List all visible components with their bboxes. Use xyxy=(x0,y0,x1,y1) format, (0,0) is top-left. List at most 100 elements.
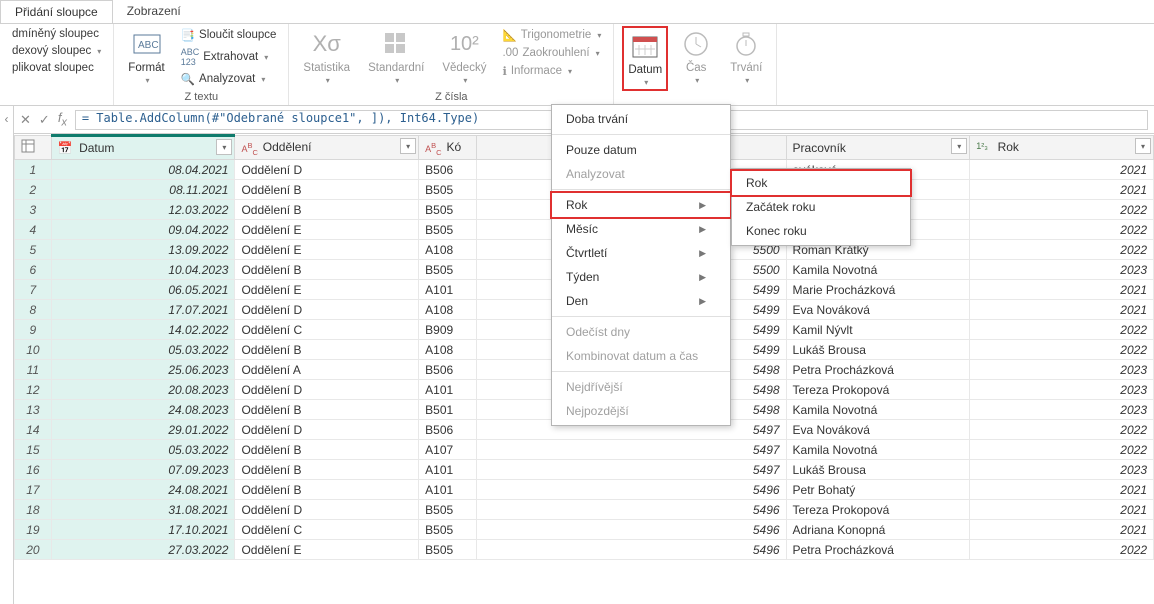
row-number[interactable]: 6 xyxy=(15,260,52,280)
cell-datum[interactable]: 24.08.2023 xyxy=(51,400,235,420)
cell-rok[interactable]: 2021 xyxy=(970,180,1154,200)
row-number[interactable]: 16 xyxy=(15,460,52,480)
rounding-button[interactable]: .00 Zaokrouhlení▾ xyxy=(498,45,605,61)
row-number[interactable]: 12 xyxy=(15,380,52,400)
cell-value[interactable]: 5496 xyxy=(476,500,786,520)
cell-datum[interactable]: 27.03.2022 xyxy=(51,540,235,560)
menu-item-day[interactable]: Den▶ xyxy=(552,289,730,313)
column-header-datum[interactable]: 📅 Datum ▾ xyxy=(51,136,235,160)
row-number[interactable]: 11 xyxy=(15,360,52,380)
row-number[interactable]: 19 xyxy=(15,520,52,540)
cell-oddeleni[interactable]: Oddělení B xyxy=(235,480,419,500)
table-row[interactable]: 1607.09.2023Oddělení BA1015497Lukáš Brou… xyxy=(15,460,1154,480)
menu-item-date-only[interactable]: Pouze datum xyxy=(552,138,730,162)
submenu-item-year-end[interactable]: Konec roku xyxy=(732,219,910,243)
cell-rok[interactable]: 2023 xyxy=(970,260,1154,280)
cell-kod[interactable]: B506 xyxy=(419,160,476,180)
cell-datum[interactable]: 29.01.2022 xyxy=(51,420,235,440)
row-number[interactable]: 13 xyxy=(15,400,52,420)
column-header-kod[interactable]: ABC Kó xyxy=(419,136,476,160)
conditional-column-button[interactable]: dmíněný sloupec xyxy=(8,26,105,42)
row-number[interactable]: 15 xyxy=(15,440,52,460)
filter-button[interactable]: ▾ xyxy=(400,138,416,154)
cell-kod[interactable]: B505 xyxy=(419,180,476,200)
collapse-sidebar-toggle[interactable]: ‹ xyxy=(0,106,14,604)
column-header-pracovnik[interactable]: Pracovník ▾ xyxy=(786,136,970,160)
cell-value[interactable]: 5496 xyxy=(476,540,786,560)
cell-rok[interactable]: 2023 xyxy=(970,400,1154,420)
cell-datum[interactable]: 14.02.2022 xyxy=(51,320,235,340)
cell-datum[interactable]: 24.08.2021 xyxy=(51,480,235,500)
table-row[interactable]: 1724.08.2021Oddělení BA1015496Petr Bohat… xyxy=(15,480,1154,500)
cell-datum[interactable]: 31.08.2021 xyxy=(51,500,235,520)
cell-pracovnik[interactable]: Kamil Nývlt xyxy=(786,320,970,340)
cell-pracovnik[interactable]: Petra Procházková xyxy=(786,360,970,380)
cell-kod[interactable]: A107 xyxy=(419,440,476,460)
cell-oddeleni[interactable]: Oddělení B xyxy=(235,200,419,220)
row-number[interactable]: 1 xyxy=(15,160,52,180)
cell-oddeleni[interactable]: Oddělení D xyxy=(235,160,419,180)
table-row[interactable]: 1917.10.2021Oddělení CB5055496Adriana Ko… xyxy=(15,520,1154,540)
row-number[interactable]: 20 xyxy=(15,540,52,560)
cell-rok[interactable]: 2021 xyxy=(970,280,1154,300)
cell-kod[interactable]: A101 xyxy=(419,460,476,480)
cell-kod[interactable]: A108 xyxy=(419,340,476,360)
cell-datum[interactable]: 10.04.2023 xyxy=(51,260,235,280)
cell-rok[interactable]: 2022 xyxy=(970,200,1154,220)
cell-oddeleni[interactable]: Oddělení A xyxy=(235,360,419,380)
cell-rok[interactable]: 2022 xyxy=(970,340,1154,360)
cell-oddeleni[interactable]: Oddělení B xyxy=(235,460,419,480)
time-button[interactable]: Čas▾ xyxy=(674,26,718,87)
info-button[interactable]: ℹ Informace▾ xyxy=(498,62,605,80)
cell-kod[interactable]: B505 xyxy=(419,220,476,240)
menu-item-quarter[interactable]: Čtvrtletí▶ xyxy=(552,241,730,265)
row-number[interactable]: 10 xyxy=(15,340,52,360)
cell-oddeleni[interactable]: Oddělení E xyxy=(235,240,419,260)
filter-button[interactable]: ▾ xyxy=(216,139,232,155)
cell-datum[interactable]: 08.04.2021 xyxy=(51,160,235,180)
cell-rok[interactable]: 2021 xyxy=(970,300,1154,320)
cell-oddeleni[interactable]: Oddělení B xyxy=(235,440,419,460)
cell-value[interactable]: 5497 xyxy=(476,460,786,480)
cell-kod[interactable]: A108 xyxy=(419,240,476,260)
row-number[interactable]: 18 xyxy=(15,500,52,520)
cell-datum[interactable]: 08.11.2021 xyxy=(51,180,235,200)
cell-oddeleni[interactable]: Oddělení E xyxy=(235,540,419,560)
menu-item-month[interactable]: Měsíc▶ xyxy=(552,217,730,241)
cell-pracovnik[interactable]: Marie Procházková xyxy=(786,280,970,300)
scientific-button[interactable]: 10² Vědecký▾ xyxy=(436,26,492,87)
cell-oddeleni[interactable]: Oddělení B xyxy=(235,180,419,200)
filter-button[interactable]: ▾ xyxy=(1135,138,1151,154)
cell-pracovnik[interactable]: Kamila Novotná xyxy=(786,260,970,280)
cell-pracovnik[interactable]: Kamila Novotná xyxy=(786,440,970,460)
cell-datum[interactable]: 12.03.2022 xyxy=(51,200,235,220)
cell-rok[interactable]: 2022 xyxy=(970,320,1154,340)
merge-columns-button[interactable]: 📑 Sloučit sloupce xyxy=(177,26,281,44)
cell-datum[interactable]: 17.07.2021 xyxy=(51,300,235,320)
row-number[interactable]: 8 xyxy=(15,300,52,320)
cell-rok[interactable]: 2021 xyxy=(970,500,1154,520)
format-button[interactable]: ABC Formát▾ xyxy=(122,26,170,87)
menu-item-week[interactable]: Týden▶ xyxy=(552,265,730,289)
menu-item-duration[interactable]: Doba trvání xyxy=(552,107,730,131)
cell-oddeleni[interactable]: Oddělení C xyxy=(235,520,419,540)
cell-kod[interactable]: B505 xyxy=(419,540,476,560)
row-number[interactable]: 2 xyxy=(15,180,52,200)
cell-value[interactable]: 5497 xyxy=(476,440,786,460)
index-column-button[interactable]: dexový sloupec▾ xyxy=(8,43,105,59)
table-row[interactable]: 2027.03.2022Oddělení EB5055496Petra Proc… xyxy=(15,540,1154,560)
cell-kod[interactable]: A101 xyxy=(419,280,476,300)
cell-rok[interactable]: 2021 xyxy=(970,480,1154,500)
cell-rok[interactable]: 2022 xyxy=(970,240,1154,260)
cell-oddeleni[interactable]: Oddělení B xyxy=(235,400,419,420)
cell-kod[interactable]: B909 xyxy=(419,320,476,340)
submenu-item-year-start[interactable]: Začátek roku xyxy=(732,195,910,219)
cell-oddeleni[interactable]: Oddělení B xyxy=(235,340,419,360)
cell-datum[interactable]: 25.06.2023 xyxy=(51,360,235,380)
row-number[interactable]: 3 xyxy=(15,200,52,220)
cell-rok[interactable]: 2021 xyxy=(970,520,1154,540)
cell-datum[interactable]: 06.05.2021 xyxy=(51,280,235,300)
cell-datum[interactable]: 17.10.2021 xyxy=(51,520,235,540)
cell-pracovnik[interactable]: Lukáš Brousa xyxy=(786,460,970,480)
cell-datum[interactable]: 07.09.2023 xyxy=(51,460,235,480)
